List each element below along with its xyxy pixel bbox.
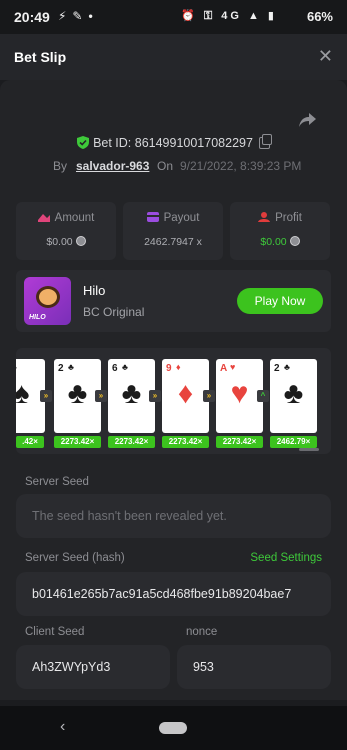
playing-card: 2 ♣ ♣ xyxy=(270,359,317,433)
payout-icon xyxy=(146,212,159,222)
play-now-button[interactable]: Play Now xyxy=(237,288,323,314)
copy-icon[interactable] xyxy=(258,134,272,149)
multiplier-badge: .42× xyxy=(16,436,44,448)
battery-level: 66% xyxy=(306,9,333,24)
same-arrow-icon: ^ xyxy=(257,390,269,402)
back-icon[interactable]: ‹ xyxy=(60,718,65,736)
multiplier-badge: 2462.79× xyxy=(270,436,317,448)
bet-date: 9/21/2022, 8:39:23 PM xyxy=(180,159,302,173)
page-title: Bet Slip xyxy=(14,49,67,65)
game-name: Hilo xyxy=(83,283,106,298)
network-label: 4G xyxy=(221,10,242,22)
game-subtitle: BC Original xyxy=(83,305,145,319)
playing-card: 9 ♦ ♦ xyxy=(162,359,209,433)
bet-id: Bet ID: 86149910017082297 xyxy=(93,136,253,150)
notification-icons: ⚡✎• xyxy=(58,9,99,23)
card-history[interactable]: ♠ ♠ » 2 ♣ ♣ » 6 ♣ ♣ » 9 ♦ ♦ » xyxy=(16,348,331,454)
amount-label: Amount xyxy=(54,212,95,224)
multiplier-badge: 2273.42× xyxy=(216,436,263,448)
higher-arrow-icon: » xyxy=(95,390,107,402)
system-navigation-bar: ‹ xyxy=(0,706,347,750)
nonce-field[interactable]: 953 xyxy=(177,645,331,689)
amount-stat: Amount $0.00 xyxy=(16,202,116,260)
by-label: By xyxy=(53,159,68,173)
server-seed-hash-field[interactable]: b01461e265b7ac91a5cd468fbe91b89204bae7 xyxy=(16,572,331,616)
client-seed-label: Client Seed xyxy=(25,626,85,638)
home-pill[interactable] xyxy=(159,722,187,734)
payout-value: 2462.7947 x xyxy=(144,236,202,248)
amount-value: $0.00 xyxy=(46,236,73,248)
coin-icon xyxy=(289,236,300,246)
nonce-label: nonce xyxy=(186,626,218,638)
playing-card: 6 ♣ ♣ xyxy=(108,359,155,433)
profit-label: Profit xyxy=(275,212,302,224)
bet-slip-sheet: Bet ID: 86149910017082297 By salvador-96… xyxy=(0,80,347,706)
profit-stat: Profit $0.00 xyxy=(230,202,330,260)
payout-label: Payout xyxy=(163,212,200,224)
profit-icon xyxy=(258,212,271,222)
share-icon[interactable] xyxy=(297,110,317,130)
amount-icon xyxy=(37,214,50,222)
higher-arrow-icon: » xyxy=(203,390,215,402)
server-seed-field[interactable]: The seed hasn't been revealed yet. xyxy=(16,494,331,538)
playing-card: A ♥ ♥ xyxy=(216,359,263,433)
hilo-game-thumbnail[interactable]: HILO xyxy=(24,277,71,325)
server-seed-label: Server Seed xyxy=(25,476,89,488)
coin-icon xyxy=(75,236,86,246)
status-bar: 20:49 ⚡✎• ⏰ ⚿ 4G ▲ ▮ 66% xyxy=(0,0,347,34)
on-label: On xyxy=(157,159,174,173)
profit-value: $0.00 xyxy=(260,236,287,248)
higher-arrow-icon: » xyxy=(149,390,161,402)
multiplier-badge: 2273.42× xyxy=(108,436,155,448)
username-link[interactable]: salvador-963 xyxy=(76,159,149,173)
system-icons: ⏰ ⚿ 4G ▲ ▮ xyxy=(181,10,277,22)
multiplier-badge: 2273.42× xyxy=(162,436,209,448)
close-icon[interactable]: ✕ xyxy=(318,46,333,67)
multiplier-badge: 2273.42× xyxy=(54,436,101,448)
server-seed-hash-label: Server Seed (hash) xyxy=(25,552,125,564)
bet-id-row: Bet ID: 86149910017082297 xyxy=(0,134,347,150)
seed-settings-link[interactable]: Seed Settings xyxy=(250,552,322,564)
shield-check-icon xyxy=(77,136,90,149)
game-row: HILO Hilo BC Original Play Now xyxy=(16,270,331,332)
bet-detail-card: Bet ID: 86149910017082297 By salvador-96… xyxy=(0,80,347,700)
thumbnail-label: HILO xyxy=(29,314,46,321)
client-seed-field[interactable]: Ah3ZWYpYd3 xyxy=(16,645,170,689)
higher-arrow-icon: » xyxy=(40,390,52,402)
status-time: 20:49 xyxy=(14,9,50,25)
horizontal-scrollbar[interactable] xyxy=(299,448,319,451)
playing-card: 2 ♣ ♣ xyxy=(54,359,101,433)
payout-stat: Payout 2462.7947 x xyxy=(123,202,223,260)
bet-slip-header: Bet Slip ✕ xyxy=(0,34,347,80)
